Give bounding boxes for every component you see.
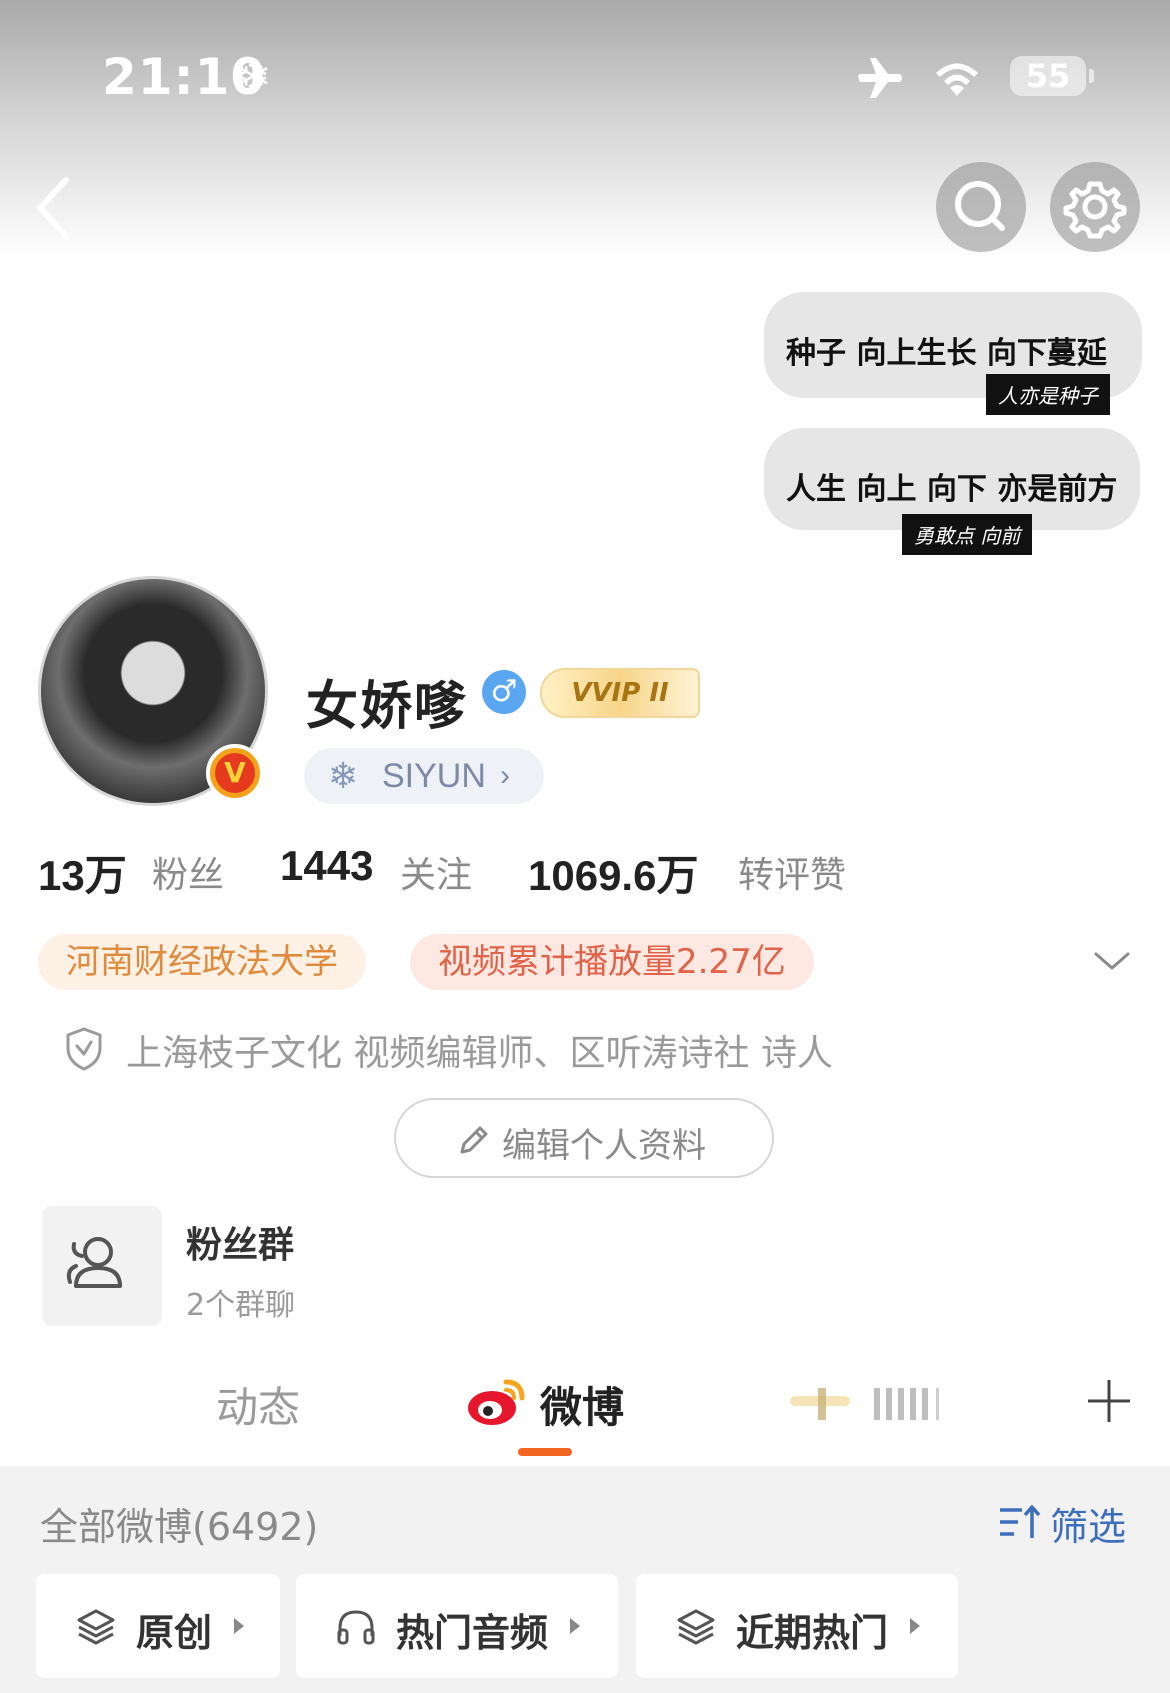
profile-stats: 13万 粉丝 1443 关注 1069.6万 转评赞 xyxy=(38,842,1138,902)
fan-group-subtitle: 2个群聊 xyxy=(186,1288,296,1323)
cover-bubble-tag: 人亦是种子 xyxy=(986,374,1110,415)
chip-label: 热门音频 xyxy=(396,1611,549,1655)
chevron-down-icon[interactable] xyxy=(1092,946,1132,976)
certification-row: 上海枝子文化 视频编辑师、区听涛诗社 诗人 xyxy=(64,1020,1144,1074)
cover-bubble-tag: 勇敢点 向前 xyxy=(902,514,1033,555)
layers-icon xyxy=(677,1609,715,1645)
tab-weibo[interactable]: 微博 xyxy=(540,1374,624,1435)
all-weibo-count: 全部微博(6492) xyxy=(40,1505,319,1549)
cover-bubble-text: 人生 向上 向下 亦是前方 xyxy=(786,472,1118,507)
certification-text: 上海枝子文化 视频编辑师、区听涛诗社 诗人 xyxy=(126,1033,833,1074)
fan-group-title[interactable]: 粉丝群 xyxy=(186,1216,294,1268)
edit-profile-label: 编辑个人资料 xyxy=(502,1126,706,1166)
tab-custom-icon[interactable] xyxy=(790,1384,950,1424)
fan-group-icon-box[interactable] xyxy=(42,1206,162,1326)
followers-count[interactable]: 13万 xyxy=(38,842,127,903)
following-count[interactable]: 1443 xyxy=(280,842,373,890)
search-icon xyxy=(955,181,1005,231)
shield-icon xyxy=(66,1027,102,1071)
caret-right-icon xyxy=(234,1618,244,1634)
plus-icon[interactable] xyxy=(1084,1376,1134,1426)
group-badge-button[interactable]: ❄ SIYUN › xyxy=(304,748,544,804)
tab-dongtai[interactable]: 动态 xyxy=(216,1374,300,1435)
chevron-right-icon: › xyxy=(500,759,510,792)
followers-label[interactable]: 粉丝 xyxy=(152,846,224,898)
chip-original[interactable]: 原创 xyxy=(36,1574,280,1678)
layers-icon xyxy=(77,1609,115,1645)
back-arrow-icon[interactable] xyxy=(30,172,90,242)
following-label[interactable]: 关注 xyxy=(400,846,472,898)
airplane-mode-icon xyxy=(858,58,902,98)
interactions-count[interactable]: 1069.6万 xyxy=(528,842,698,903)
edit-profile-button[interactable]: 编辑个人资料 xyxy=(394,1098,774,1178)
verified-badge-icon: V xyxy=(206,744,264,802)
interactions-label[interactable]: 转评赞 xyxy=(738,846,846,898)
headphones-icon xyxy=(337,1610,375,1645)
chip-label: 近期热门 xyxy=(736,1611,889,1655)
chip-recent-hot[interactable]: 近期热门 xyxy=(636,1574,958,1678)
caret-right-icon xyxy=(570,1618,580,1634)
weibo-logo-icon xyxy=(468,1379,525,1425)
status-bar: 21:10 ❄ 55 xyxy=(0,0,1170,150)
school-tag[interactable]: 河南财经政法大学 xyxy=(38,934,366,990)
cover-bubble-text: 种子 向上生长 向下蔓延 xyxy=(786,336,1107,371)
wifi-icon xyxy=(936,63,978,96)
snowflake-icon: ❄ xyxy=(328,755,359,796)
settings-button[interactable] xyxy=(1050,162,1140,252)
pencil-icon xyxy=(460,1126,488,1154)
snowflake-icon: ❄ xyxy=(236,52,272,101)
chip-hot-audio[interactable]: 热门音频 xyxy=(296,1574,618,1678)
group-people-icon xyxy=(66,1237,122,1288)
profile-name: 女娇嗲 xyxy=(306,677,469,737)
battery-indicator: 55 xyxy=(1010,56,1094,96)
sort-filter-icon xyxy=(1000,1505,1041,1538)
active-tab-indicator xyxy=(518,1448,572,1456)
filter-label: 筛选 xyxy=(1050,1505,1127,1549)
gear-icon xyxy=(1063,181,1127,239)
vvip-badge[interactable]: VVIP II xyxy=(540,668,700,718)
gender-male-icon: ♂ xyxy=(482,670,526,714)
group-badge-label: SIYUN xyxy=(382,757,486,795)
search-button[interactable] xyxy=(936,162,1026,252)
caret-right-icon xyxy=(910,1618,920,1634)
chip-label: 原创 xyxy=(136,1611,213,1655)
video-play-count-tag[interactable]: 视频累计播放量2.27亿 xyxy=(410,934,814,990)
